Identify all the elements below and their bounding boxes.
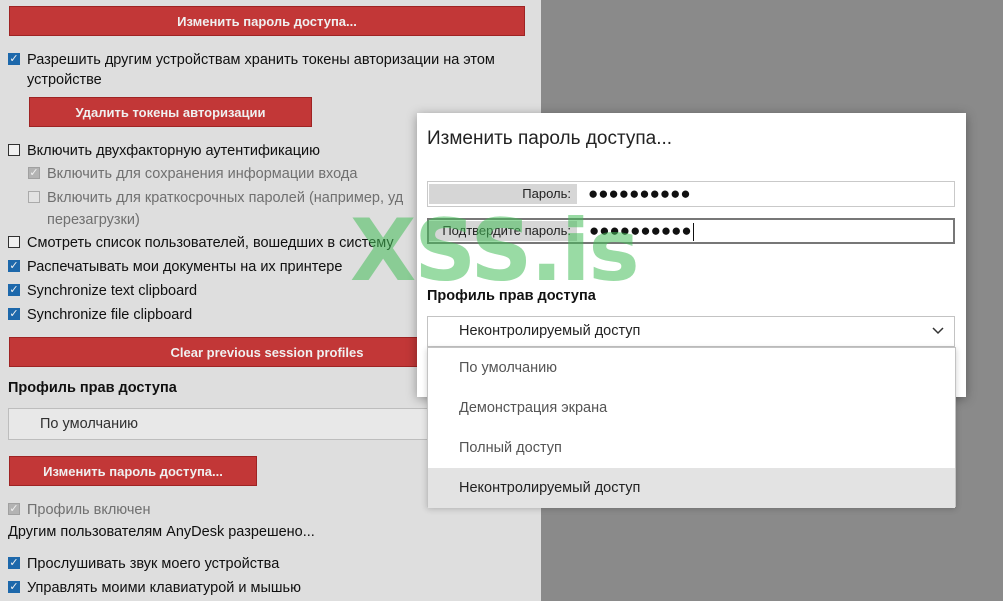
dropdown-option-unattended[interactable]: Неконтролируемый доступ [428,468,955,508]
dialog-profile-select-value: Неконтролируемый доступ [459,323,641,339]
password-label: Пароль: [429,184,577,204]
profile-dropdown-list: По умолчанию Демонстрация экрана Полный … [427,347,956,508]
password-value: ●●●●●●●●●● [588,184,691,203]
text-caret [692,222,694,241]
dialog-title: Изменить пароль доступа... [427,128,673,149]
password-field[interactable]: Пароль: ●●●●●●●●●● [427,181,955,207]
dialog-profile-select[interactable]: Неконтролируемый доступ [427,316,955,347]
confirm-password-value: ●●●●●●●●●● [589,221,692,240]
dropdown-option-screen-share[interactable]: Демонстрация экрана [428,388,955,428]
dropdown-option-default[interactable]: По умолчанию [428,348,955,388]
chevron-down-icon[interactable] [932,326,944,336]
dialog-profile-heading: Профиль прав доступа [427,288,596,304]
confirm-password-label: Подтвердите пароль: [429,221,577,241]
confirm-password-field[interactable]: Подтвердите пароль: ●●●●●●●●●● [427,218,955,244]
dropdown-option-full-access[interactable]: Полный доступ [428,428,955,468]
